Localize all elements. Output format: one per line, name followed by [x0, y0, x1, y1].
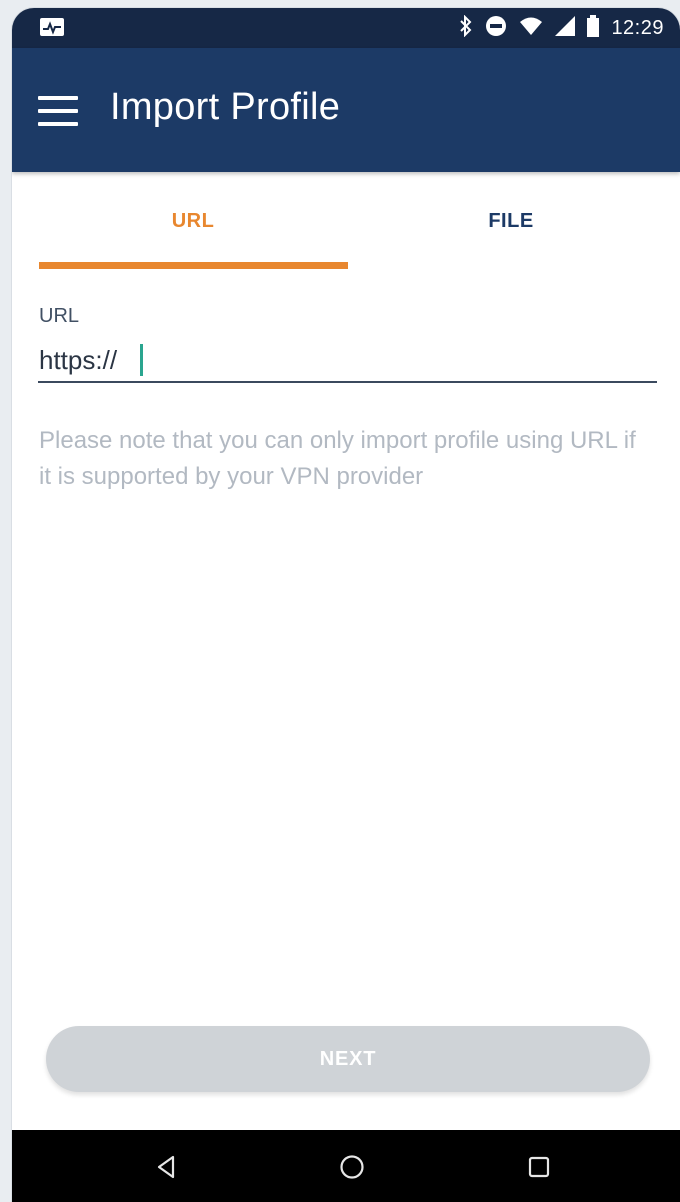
back-icon[interactable] — [152, 1152, 182, 1182]
tab-url[interactable]: URL — [28, 210, 358, 233]
bluetooth-icon — [459, 14, 473, 42]
status-bar: 12:29 — [12, 8, 680, 48]
status-time: 12:29 — [611, 16, 664, 39]
page-title: Import Profile — [110, 86, 341, 128]
next-button[interactable]: NEXT — [46, 1026, 650, 1092]
url-field-label: URL — [39, 305, 80, 327]
wifi-icon — [519, 16, 543, 41]
battery-icon — [587, 14, 600, 42]
phone-screen: 12:29 Import Profile URL FILE URL Please… — [12, 8, 680, 1202]
status-icons: 12:29 — [459, 14, 664, 42]
tab-file[interactable]: FILE — [346, 210, 676, 233]
tab-bar: URL FILE — [12, 172, 680, 282]
hamburger-menu-icon[interactable] — [38, 96, 78, 126]
navigation-bar — [12, 1130, 680, 1202]
url-input[interactable] — [38, 339, 657, 383]
recents-icon[interactable] — [524, 1152, 554, 1182]
text-cursor — [140, 344, 143, 376]
tab-selected-indicator — [39, 262, 348, 269]
app-bar: Import Profile — [12, 48, 680, 172]
home-icon[interactable] — [337, 1152, 367, 1182]
signal-icon — [555, 15, 576, 41]
activity-icon — [40, 18, 64, 36]
do-not-disturb-icon — [485, 15, 507, 42]
helper-text: Please note that you can only import pro… — [39, 427, 636, 490]
